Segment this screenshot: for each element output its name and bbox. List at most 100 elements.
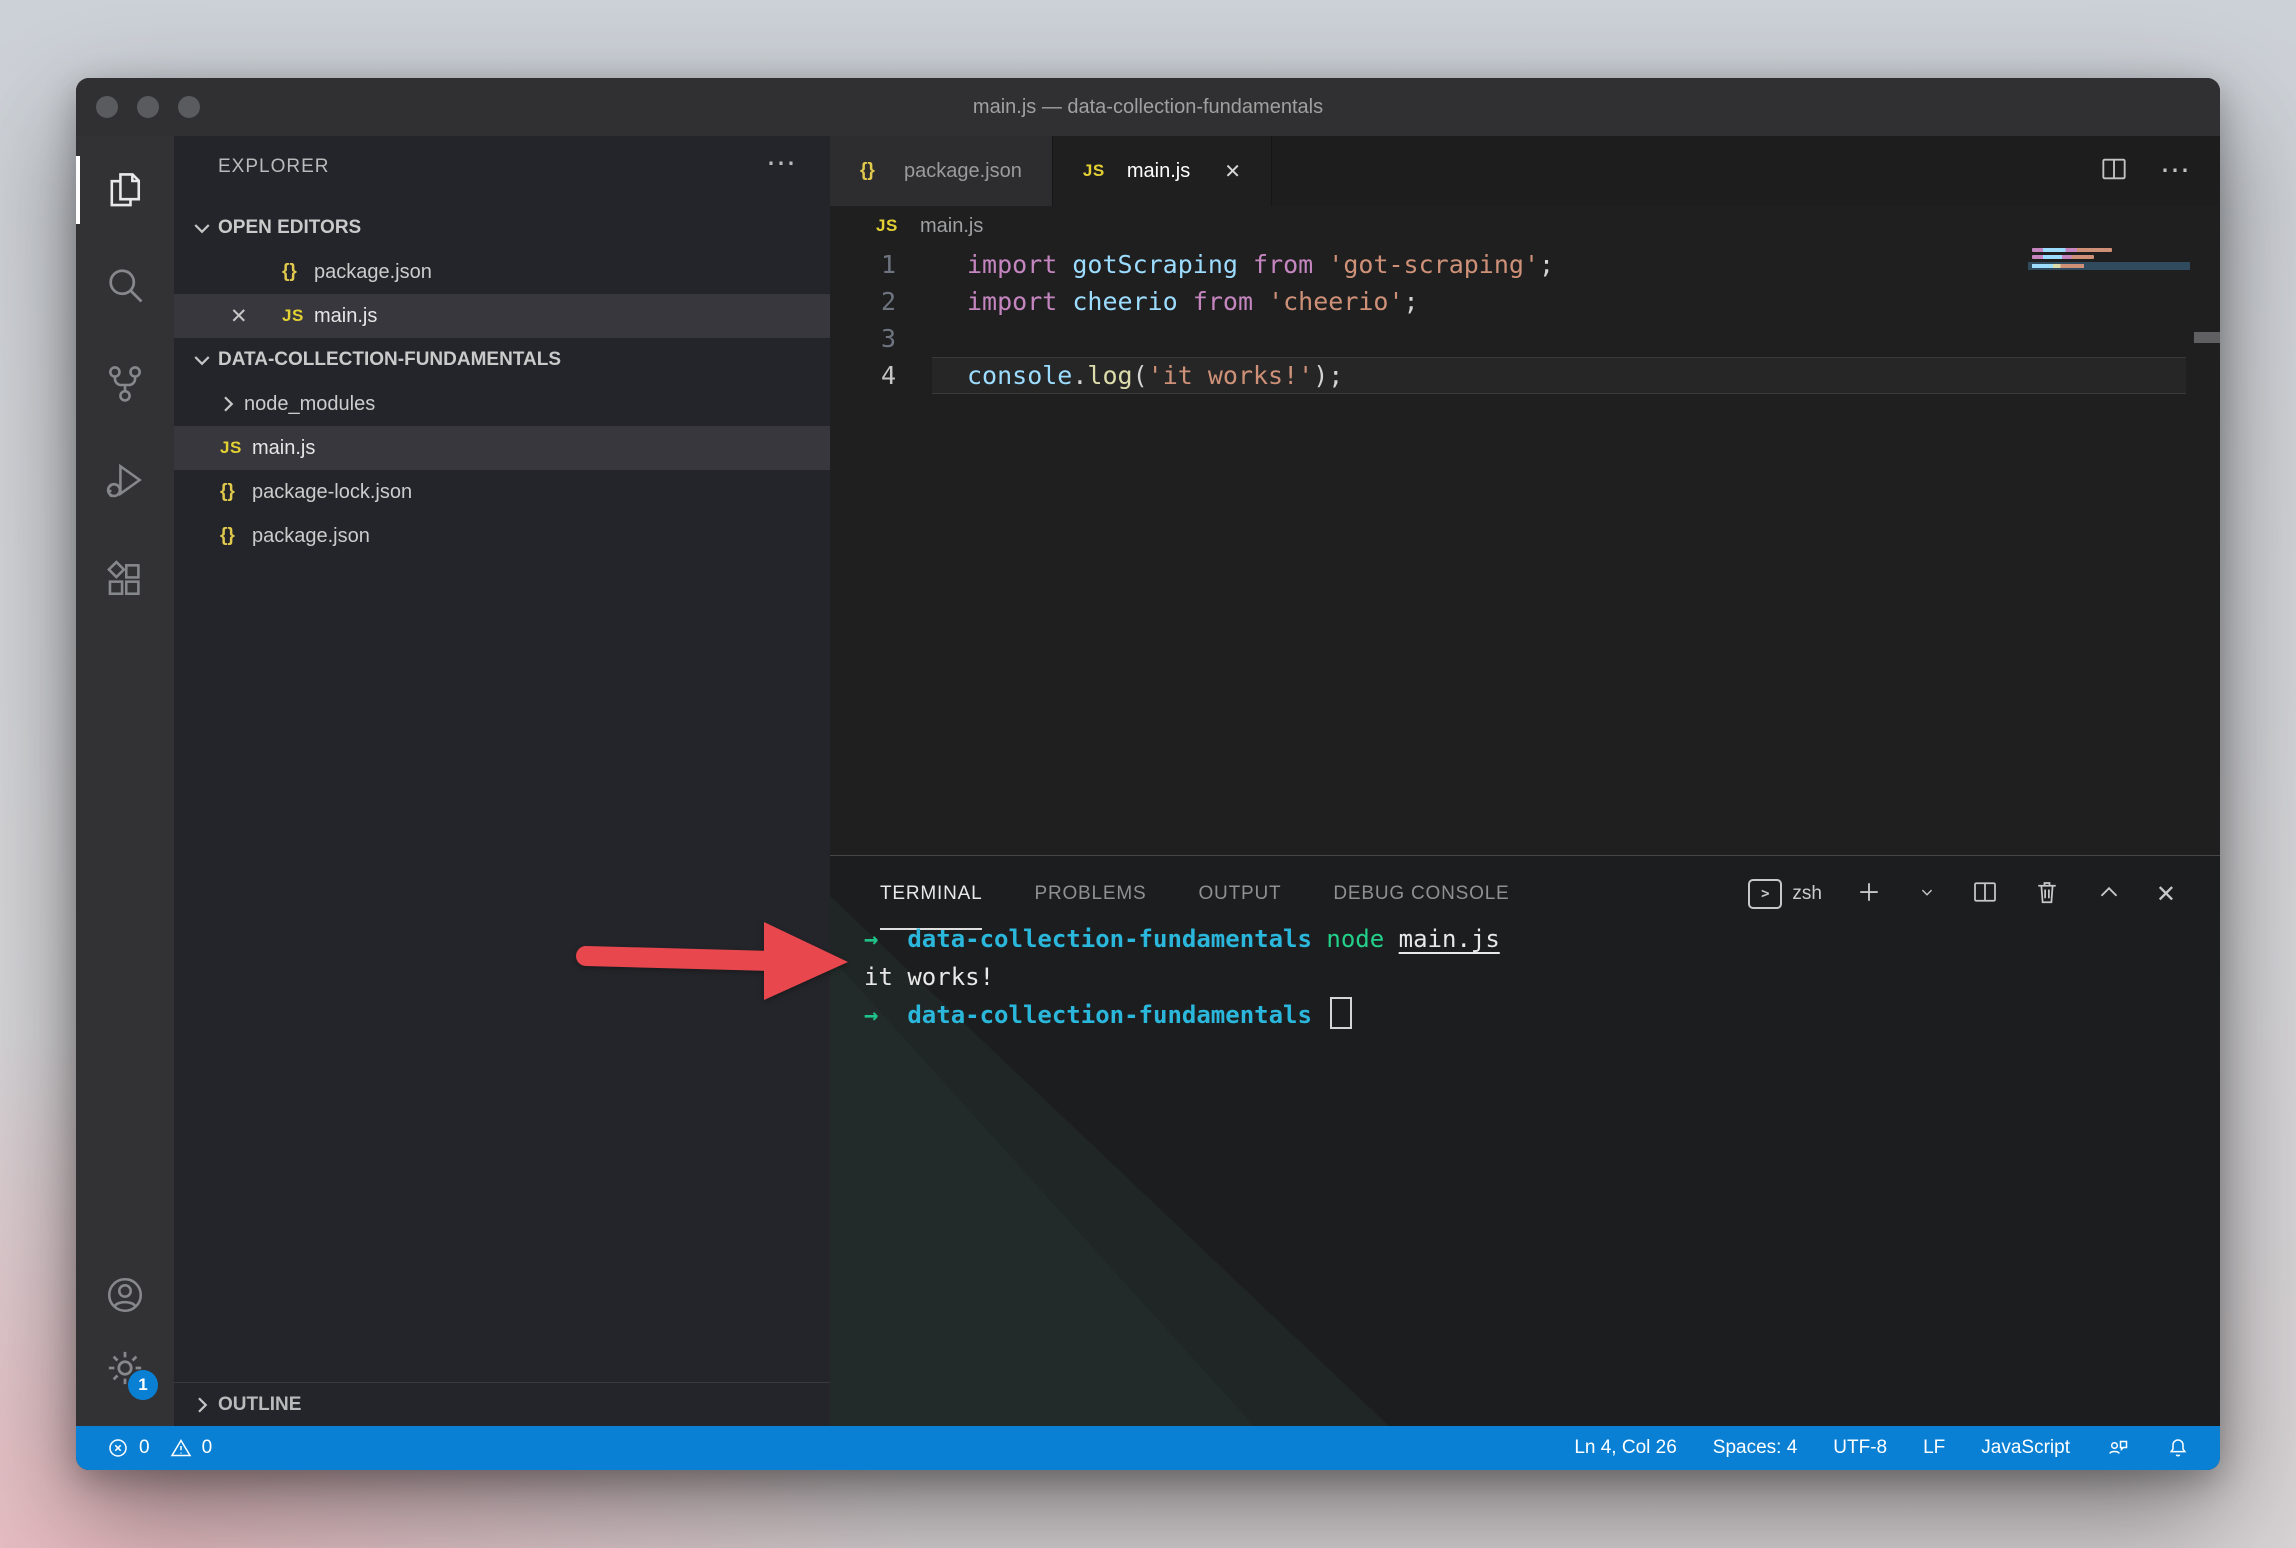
editor-scrollbar-thumb[interactable] [2194, 332, 2220, 343]
breadcrumb[interactable]: JS main.js [830, 206, 2220, 246]
terminal-line-3: → data-collection-fundamentals [864, 996, 1500, 1034]
minimap-line [2032, 248, 2112, 252]
close-icon[interactable]: ✕ [230, 304, 248, 329]
json-file-icon: {} [860, 160, 892, 182]
titlebar[interactable]: main.js — data-collection-fundamentals [76, 78, 2220, 136]
breadcrumb-file: main.js [920, 215, 983, 238]
outline-section[interactable]: OUTLINE [174, 1382, 830, 1426]
errors-count: 0 [139, 1437, 150, 1459]
sidebar-item-package.json[interactable]: {}package.json [174, 514, 830, 558]
errors-icon [106, 1436, 130, 1460]
file-label: main.js [314, 305, 377, 328]
status-item-spaces-4[interactable]: Spaces: 4 [1713, 1437, 1798, 1459]
run-debug-icon[interactable] [76, 444, 174, 516]
extensions-icon[interactable] [76, 544, 174, 616]
minimap[interactable] [2028, 246, 2190, 416]
tab-package.json[interactable]: {} package.json [830, 136, 1053, 206]
sidebar-item-main.js[interactable]: ✕ JSmain.js [174, 294, 830, 338]
code-line-4[interactable]: 4console.log('it works!'); [830, 357, 2220, 394]
minimap-line [2032, 255, 2094, 259]
explorer-rows: OPEN EDITORS{}package.json✕JSmain.jsDATA… [174, 206, 830, 558]
terminal-dropdown-icon[interactable] [1916, 881, 1938, 908]
shell-indicator[interactable]: > zsh [1748, 879, 1822, 909]
status-item-javascript[interactable]: JavaScript [1981, 1437, 2070, 1459]
sidebar-item-node_modules[interactable]: node_modules [174, 382, 830, 426]
file-label: package.json [314, 261, 432, 284]
chevron-right-icon [190, 1393, 214, 1417]
sidebar-title: EXPLORER [218, 156, 329, 178]
traffic-lights [96, 96, 200, 118]
editor-more-actions-icon[interactable]: ⋯ [2160, 156, 2192, 186]
sidebar-item-main.js[interactable]: JSmain.js [174, 426, 830, 470]
new-terminal-icon[interactable] [1854, 877, 1884, 912]
status-items: Ln 4, Col 26 Spaces: 4 UTF-8 LF JavaScript [1574, 1437, 2070, 1459]
warnings-icon [169, 1436, 193, 1460]
section-header-data-collection-fundamentals[interactable]: DATA-COLLECTION-FUNDAMENTALS [174, 338, 830, 382]
status-item-utf-8[interactable]: UTF-8 [1833, 1437, 1887, 1459]
line-number: 3 [830, 320, 896, 357]
account-icon[interactable] [76, 1259, 174, 1331]
code-text: import cheerio from 'cheerio'; [967, 283, 1419, 320]
notifications-bell-icon[interactable] [2166, 1436, 2190, 1460]
close-panel-icon[interactable]: ✕ [2156, 880, 2176, 909]
status-bar: 0 0 Ln 4, Col 26 Spaces: 4 UTF-8 LF JavaScri… [76, 1426, 2220, 1470]
explorer-sidebar: EXPLORER ⋯ OPEN EDITORS{}package.json✕JS… [174, 136, 830, 1426]
status-item-ln-4-col-26[interactable]: Ln 4, Col 26 [1574, 1437, 1676, 1459]
js-file-icon: JS [876, 216, 908, 236]
split-editor-icon[interactable] [2098, 153, 2130, 190]
terminal-panel: TERMINALPROBLEMSOUTPUTDEBUG CONSOLE > zs… [830, 855, 2220, 1426]
sidebar-item-package.json[interactable]: {}package.json [174, 250, 830, 294]
close-window-button[interactable] [96, 96, 118, 118]
chevron-down-icon [190, 348, 214, 372]
shell-label: zsh [1792, 883, 1822, 905]
code-line-3[interactable]: 3 [830, 320, 2220, 357]
json-file-icon: {} [220, 525, 252, 547]
js-file-icon: JS [220, 438, 252, 458]
code-line-1[interactable]: 1import gotScraping from 'got-scraping'; [830, 246, 2220, 283]
minimize-window-button[interactable] [137, 96, 159, 118]
json-file-icon: {} [282, 261, 314, 283]
section-label: OPEN EDITORS [218, 217, 361, 239]
chevron-right-icon [216, 392, 240, 416]
terminal-output[interactable]: → data-collection-fundamentals node main… [864, 920, 1500, 1034]
file-label: main.js [252, 437, 315, 460]
search-icon[interactable] [76, 249, 174, 321]
editor-group: {}package.jsonJSmain.js✕ ⋯ JS main.js 1i… [830, 136, 2220, 1426]
minimap-current-line [2028, 262, 2190, 270]
window-title: main.js — data-collection-fundamentals [973, 96, 1323, 119]
close-icon[interactable]: ✕ [1224, 159, 1241, 184]
warnings-count: 0 [202, 1437, 213, 1459]
zoom-window-button[interactable] [178, 96, 200, 118]
editor-actions: ⋯ [2098, 136, 2192, 206]
status-item-lf[interactable]: LF [1923, 1437, 1945, 1459]
maximize-panel-icon[interactable] [2094, 877, 2124, 912]
code-text: console.log('it works!'); [967, 357, 1343, 394]
tab-main.js[interactable]: JSmain.js✕ [1053, 136, 1272, 206]
chevron-down-icon [190, 216, 214, 240]
terminal-line-1: → data-collection-fundamentals node main… [864, 920, 1500, 958]
line-number: 2 [830, 283, 896, 320]
json-file-icon: {} [220, 481, 252, 503]
source-control-icon[interactable] [76, 347, 174, 419]
sidebar-item-package-lock.json[interactable]: {}package-lock.json [174, 470, 830, 514]
workbench: 1 EXPLORER ⋯ OPEN EDITORS{}package.json✕… [76, 136, 2220, 1426]
annotation-arrow [540, 898, 870, 1028]
panel-actions: > zsh [1748, 856, 2176, 932]
status-bar-right: Ln 4, Col 26 Spaces: 4 UTF-8 LF JavaScript [1574, 1436, 2190, 1460]
sidebar-more-actions-icon[interactable]: ⋯ [766, 146, 796, 181]
feedback-icon[interactable] [2106, 1436, 2130, 1460]
settings-gear-icon[interactable]: 1 [76, 1332, 174, 1404]
code-editor[interactable]: 1import gotScraping from 'got-scraping';… [830, 246, 2220, 394]
explorer-icon[interactable] [76, 154, 174, 226]
terminal-cursor [1330, 997, 1352, 1029]
section-header-open editors[interactable]: OPEN EDITORS [174, 206, 830, 250]
kill-terminal-trash-icon[interactable] [2032, 877, 2062, 912]
js-file-icon: JS [282, 306, 314, 326]
problems-status[interactable]: 0 0 [106, 1436, 212, 1460]
code-line-2[interactable]: 2 import cheerio from 'cheerio'; [830, 283, 2220, 320]
file-label: package-lock.json [252, 481, 412, 504]
tab-label: package.json [904, 160, 1022, 183]
outline-label: OUTLINE [218, 1394, 301, 1416]
terminal-icon: > [1748, 879, 1782, 909]
split-terminal-icon[interactable] [1970, 877, 2000, 912]
